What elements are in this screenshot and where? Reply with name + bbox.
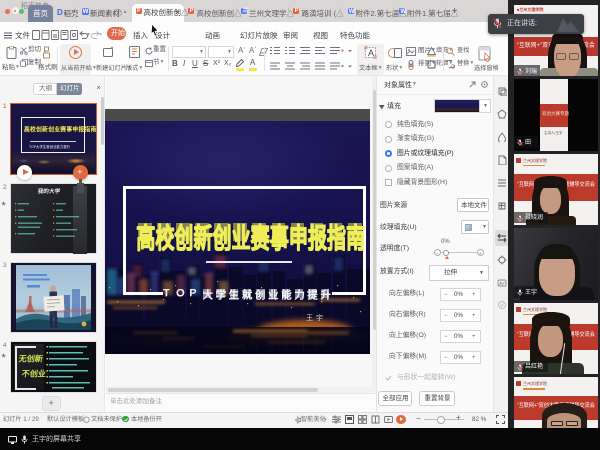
- svg-text:A: A: [368, 48, 374, 58]
